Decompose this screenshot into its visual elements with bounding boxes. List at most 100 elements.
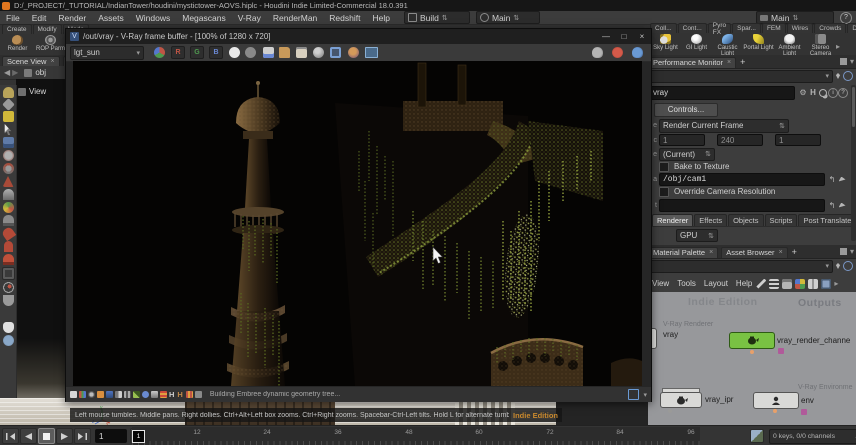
params-scrollbar[interactable] <box>851 85 856 241</box>
icc-icon[interactable] <box>142 391 149 398</box>
tab-scene-view[interactable]: Scene View × <box>2 56 60 67</box>
viewport-view-menu[interactable]: View <box>18 86 46 97</box>
rgb-channels-icon[interactable] <box>154 47 165 58</box>
frame-end-field[interactable]: 240 <box>717 134 763 146</box>
output-field[interactable] <box>659 199 825 212</box>
close-button[interactable]: × <box>633 29 651 44</box>
history-compare-icon[interactable]: H <box>177 390 182 399</box>
shelf-tab-create[interactable]: Create <box>2 24 32 34</box>
secure-selection-lock-icon[interactable] <box>3 137 14 148</box>
curve-icon[interactable] <box>124 391 131 398</box>
exposure-icon[interactable] <box>97 391 104 398</box>
node-flag-badge[interactable] <box>801 409 807 415</box>
shelf-tool-rop-parm[interactable]: ROP Parm <box>35 35 66 52</box>
pin-icon[interactable] <box>833 261 843 271</box>
tab-performance-monitor[interactable]: Performance Monitor × <box>648 57 736 68</box>
menu-assets[interactable]: Assets <box>92 13 130 23</box>
context-help-button[interactable]: ? <box>840 12 852 24</box>
add-pane-tab-button[interactable]: + <box>740 57 745 67</box>
levels-icon[interactable] <box>106 391 113 398</box>
color-grid-icon[interactable] <box>795 279 805 289</box>
desktop-selector[interactable]: Build ⇅ <box>404 11 470 24</box>
shelf-tab-sparse[interactable]: Spar... <box>732 23 761 33</box>
shelf-tool-gi-light[interactable]: GI Light <box>681 34 712 51</box>
radial-menu-icon[interactable] <box>843 261 853 271</box>
pane-menu-icon[interactable]: ▾ <box>850 57 854 66</box>
mono-channel-icon[interactable] <box>245 47 256 58</box>
pixel-info-icon[interactable] <box>160 391 167 398</box>
radial-menu-icon[interactable] <box>843 71 853 81</box>
hscript-badge[interactable]: H <box>808 88 818 98</box>
construction-plane-icon[interactable] <box>2 267 15 280</box>
shelf-tool-portal-light[interactable]: Portal Light <box>743 34 774 51</box>
current-frame-field[interactable]: 1 <box>95 429 127 443</box>
shelf-tool-render[interactable]: Render <box>2 35 33 52</box>
node-name-field[interactable]: vray <box>649 86 795 100</box>
expand-log-icon[interactable] <box>628 389 639 400</box>
info-icon[interactable]: i <box>828 88 838 98</box>
white-balance-icon[interactable] <box>88 391 95 398</box>
vfb-render-canvas[interactable] <box>73 61 642 386</box>
shelf-tool-caustic-light[interactable]: Caustic Light <box>712 34 743 57</box>
region-render-icon[interactable] <box>348 47 359 58</box>
play-button[interactable] <box>56 428 73 444</box>
close-icon[interactable]: × <box>727 59 731 66</box>
translate-tool-icon[interactable] <box>3 150 14 161</box>
node-vray-ipr[interactable] <box>660 392 702 408</box>
snap-multi-magnet-icon[interactable] <box>3 254 14 265</box>
snap-grid-magnet-icon[interactable] <box>3 215 14 226</box>
jump-to-operator-icon[interactable]: ↰ <box>827 174 837 184</box>
vfb-titlebar[interactable]: V /out/vray - V-Ray frame buffer - [100%… <box>66 29 651 44</box>
timeline-ruler[interactable]: 12 24 36 48 60 72 84 96 1 <box>132 427 700 445</box>
falloff-tool-icon[interactable] <box>3 202 14 213</box>
render-mode-dropdown[interactable]: Render Current Frame ⇅ <box>659 119 789 133</box>
search-icon[interactable] <box>818 88 828 98</box>
menu-edit[interactable]: Edit <box>26 13 53 23</box>
rotate-tool-icon[interactable] <box>3 163 14 174</box>
add-pane-tab-button[interactable]: + <box>792 247 797 257</box>
history-h-icon[interactable]: H <box>169 390 174 399</box>
green-channel-button[interactable]: G <box>190 46 204 59</box>
lut-icon[interactable] <box>133 391 140 398</box>
playbar-snapshot-icon[interactable] <box>750 429 764 443</box>
menu-megascans[interactable]: Megascans <box>176 13 231 23</box>
node-env[interactable] <box>753 392 799 409</box>
menu-file[interactable]: File <box>0 13 26 23</box>
select-operator-icon[interactable] <box>837 174 847 184</box>
menu-render[interactable]: Render <box>52 13 92 23</box>
stamp-icon[interactable] <box>70 391 77 398</box>
jump-end-button[interactable] <box>74 428 91 444</box>
override-checkbox[interactable] <box>659 187 669 197</box>
wrench-icon[interactable] <box>756 279 766 289</box>
stop-render-icon[interactable] <box>612 47 623 58</box>
menu-redshift[interactable]: Redshift <box>323 13 366 23</box>
globe-icon[interactable] <box>3 335 14 346</box>
minimize-button[interactable]: — <box>597 29 615 44</box>
view-pivot-icon[interactable] <box>3 282 14 293</box>
render-teapot-icon[interactable] <box>632 47 643 58</box>
scale-tool-icon[interactable] <box>3 176 14 187</box>
close-icon[interactable]: × <box>709 249 713 256</box>
tab-scripts[interactable]: Scripts <box>765 214 798 226</box>
shelf-tool-stereo-camera[interactable]: Stereo Camera <box>805 34 836 57</box>
sphere-icon[interactable] <box>313 47 324 58</box>
node-flag-badge[interactable] <box>778 348 784 354</box>
vfb-channel-selector[interactable]: lgt_sun ▾ <box>70 46 144 60</box>
dome-light-icon[interactable] <box>3 295 14 306</box>
gpu-mode-dropdown[interactable]: GPU ⇅ <box>676 229 718 242</box>
select-operator-icon[interactable] <box>837 200 847 210</box>
pan-zoom-icon[interactable] <box>330 47 341 58</box>
objects-state-icon[interactable] <box>2 98 15 111</box>
alpha-channel-icon[interactable] <box>229 47 240 58</box>
pane-menu-icon[interactable]: ▾ <box>850 247 854 256</box>
node-vray-render-channels[interactable] <box>729 332 775 349</box>
tab-material-palette[interactable]: Material Palette × <box>648 247 718 258</box>
network-editor-canvas[interactable]: Indie Edition Outputs V-Ray Renderer vra… <box>646 292 856 425</box>
os-titlebar[interactable]: D:/_PROJECT/_TUTORIAL/IndianTower/houdin… <box>0 0 856 11</box>
pin-icon[interactable] <box>833 71 843 81</box>
pane-layout-icon[interactable] <box>840 248 847 255</box>
shelf-tab-modify[interactable]: Modify <box>33 24 62 34</box>
network-menu-tools[interactable]: Tools <box>673 279 700 288</box>
shelf-tab-wires[interactable]: Wires <box>787 23 814 33</box>
jump-start-button[interactable] <box>2 428 19 444</box>
